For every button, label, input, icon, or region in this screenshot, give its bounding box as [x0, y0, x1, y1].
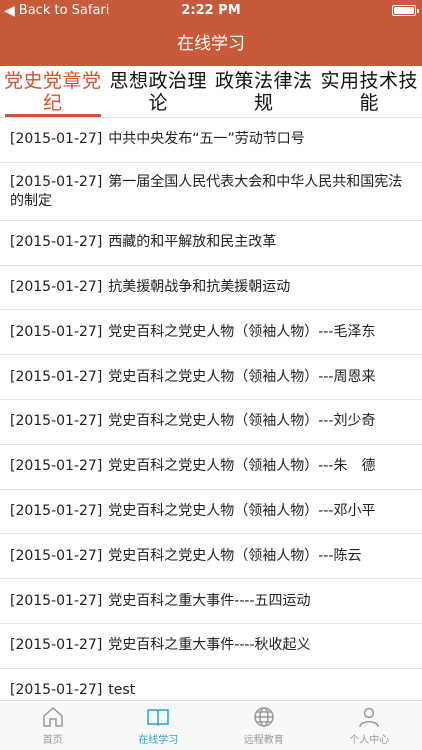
nav-bar: 在线学习 — [0, 22, 422, 66]
article-title: 党史百科之党史人物（领袖人物）---邓小平 — [108, 502, 376, 519]
tab-label: 实用技术技能 — [320, 70, 418, 114]
list-item[interactable]: [2015-01-27] 党史百科之党史人物（领袖人物）---刘少奇 — [0, 400, 422, 445]
article-date: [2015-01-27] — [10, 637, 103, 654]
article-date: [2015-01-27] — [10, 131, 103, 148]
tab-party-history[interactable]: 党史党章党纪 — [0, 66, 106, 117]
article-title: 抗美援朝战争和抗美援朝运动 — [108, 278, 291, 295]
tab-label: 首页 — [42, 735, 63, 746]
tab-home[interactable]: 首页 — [0, 701, 106, 750]
list-item[interactable]: [2015-01-27] 党史百科之重大事件----秋收起义 — [0, 624, 422, 669]
article-title: 中共中央发布“五一”劳动节口号 — [108, 131, 305, 148]
article-title: 党史百科之重大事件----秋收起义 — [108, 637, 311, 654]
tab-label: 党史党章党纪 — [3, 70, 102, 114]
article-title: 党史百科之党史人物（领袖人物）---周恩来 — [108, 368, 376, 385]
book-icon — [147, 709, 169, 727]
list-item[interactable]: [2015-01-27] test — [0, 669, 422, 700]
article-date: [2015-01-27] — [10, 368, 103, 385]
list-item[interactable]: [2015-01-27] 西藏的和平解放和民主改革 — [0, 221, 422, 266]
tab-practical-skills[interactable]: 实用技术技能 — [317, 66, 422, 117]
article-title: 党史百科之党史人物（领袖人物）---朱 德 — [108, 458, 376, 475]
globe-icon — [254, 707, 274, 727]
article-title: 党史百科之党史人物（领袖人物）---陈云 — [108, 547, 362, 564]
list-item[interactable]: [2015-01-27] 党史百科之党史人物（领袖人物）---朱 德 — [0, 445, 422, 490]
tab-personal-center[interactable]: 个人中心 — [317, 701, 422, 750]
article-date: [2015-01-27] — [10, 682, 103, 699]
article-date: [2015-01-27] — [10, 173, 103, 190]
tab-political-theory[interactable]: 思想政治理论 — [106, 66, 212, 117]
article-title: test — [108, 682, 136, 699]
article-date: [2015-01-27] — [10, 502, 103, 519]
tab-remote-education[interactable]: 远程教育 — [211, 701, 317, 750]
article-title: 党史百科之重大事件----五四运动 — [108, 592, 311, 609]
article-date: [2015-01-27] — [10, 413, 103, 430]
list-item[interactable]: [2015-01-27] 党史百科之党史人物（领袖人物）---周恩来 — [0, 355, 422, 400]
article-date: [2015-01-27] — [10, 323, 103, 340]
article-date: [2015-01-27] — [10, 547, 103, 564]
article-title: 党史百科之党史人物（领袖人物）---毛泽东 — [108, 323, 376, 340]
list-item[interactable]: [2015-01-27] 党史百科之党史人物（领袖人物）---邓小平 — [0, 490, 422, 535]
article-title: 党史百科之党史人物（领袖人物）---刘少奇 — [108, 413, 376, 430]
tab-label: 远程教育 — [243, 735, 284, 746]
list-item[interactable]: [2015-01-27] 第一届全国人民代表大会和中华人民共和国宪法的制定 — [0, 163, 422, 221]
article-list: [2015-01-27] 中共中央发布“五一”劳动节口号 [2015-01-27]… — [0, 118, 422, 700]
list-item[interactable]: [2015-01-27] 党史百科之党史人物（领袖人物）---毛泽东 — [0, 310, 422, 356]
category-tabs: 党史党章党纪 思想政治理论 政策法律法规 实用技术技能 — [0, 66, 422, 118]
tab-label: 思想政治理论 — [109, 70, 207, 114]
status-bar: ◀ Back to Safari 2:22 PM — [0, 0, 422, 22]
list-item[interactable]: [2015-01-27] 中共中央发布“五一”劳动节口号 — [0, 118, 422, 163]
clock: 2:22 PM — [181, 3, 241, 18]
list-item[interactable]: [2015-01-27] 抗美援朝战争和抗美援朝运动 — [0, 266, 422, 311]
list-item[interactable]: [2015-01-27] 党史百科之重大事件----五四运动 — [0, 579, 422, 624]
article-date: [2015-01-27] — [10, 234, 103, 251]
article-title: 西藏的和平解放和民主改革 — [108, 234, 277, 251]
page-title: 在线学习 — [177, 34, 245, 54]
tab-label: 个人中心 — [349, 735, 390, 746]
battery-icon — [392, 5, 419, 16]
bottom-tab-bar: 首页 在线学习 远程教育 个人中心 — [0, 700, 422, 750]
person-icon — [359, 707, 379, 728]
tab-online-learning[interactable]: 在线学习 — [106, 701, 212, 750]
tab-label: 在线学习 — [138, 735, 179, 746]
article-date: [2015-01-27] — [10, 278, 103, 295]
tab-policy-law[interactable]: 政策法律法规 — [211, 66, 317, 117]
article-date: [2015-01-27] — [10, 592, 103, 609]
list-item[interactable]: [2015-01-27] 党史百科之党史人物（领袖人物）---陈云 — [0, 534, 422, 580]
tab-label: 政策法律法规 — [214, 70, 313, 114]
article-date: [2015-01-27] — [10, 458, 103, 475]
home-icon — [43, 706, 63, 727]
